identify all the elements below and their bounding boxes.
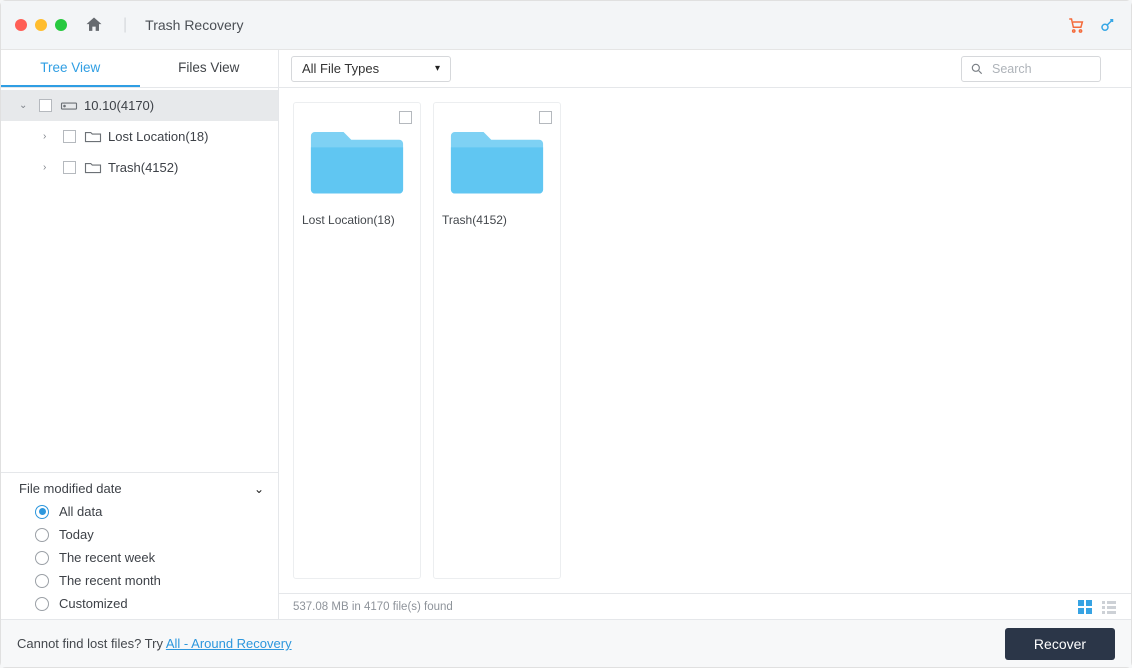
footer-prompt-text: Cannot find lost files? Try — [17, 636, 166, 651]
search-input[interactable] — [992, 62, 1092, 76]
home-icon[interactable] — [83, 14, 105, 36]
radio-label: The recent month — [59, 573, 161, 588]
radio-customized[interactable]: Customized — [35, 596, 264, 611]
folder-icon — [302, 111, 412, 203]
folder-icon — [84, 130, 102, 144]
checkbox[interactable] — [539, 111, 552, 124]
radio-recent-week[interactable]: The recent week — [35, 550, 264, 565]
folder-card[interactable]: Trash(4152) — [433, 102, 561, 579]
view-mode-grid-icon[interactable] — [1077, 599, 1093, 615]
content: Lost Location(18) Trash(4152) 537.08 MB … — [279, 88, 1131, 619]
titlebar: | Trash Recovery — [1, 1, 1131, 50]
radio-icon — [35, 574, 49, 588]
minimize-window-button[interactable] — [35, 19, 47, 31]
fullscreen-window-button[interactable] — [55, 19, 67, 31]
cart-icon[interactable] — [1067, 16, 1085, 34]
checkbox[interactable] — [399, 111, 412, 124]
tree-item[interactable]: › Lost Location(18) — [1, 121, 278, 152]
folder-grid: Lost Location(18) Trash(4152) — [279, 88, 1131, 593]
folder-card-label: Lost Location(18) — [302, 213, 412, 227]
chevron-down-icon[interactable]: ⌄ — [19, 100, 31, 111]
radio-label: The recent week — [59, 550, 155, 565]
filter-header[interactable]: File modified date ⌄ — [19, 481, 264, 496]
radio-recent-month[interactable]: The recent month — [35, 573, 264, 588]
topbar: Tree View Files View All File Types ▾ — [1, 50, 1131, 88]
radio-all-data[interactable]: All data — [35, 504, 264, 519]
chevron-down-icon: ⌄ — [254, 482, 264, 496]
statusbar: 537.08 MB in 4170 file(s) found — [279, 593, 1131, 619]
page-title: Trash Recovery — [145, 17, 243, 33]
radio-label: Today — [59, 527, 94, 542]
view-tabs: Tree View Files View — [1, 50, 279, 87]
folder-card[interactable]: Lost Location(18) — [293, 102, 421, 579]
tree-item[interactable]: › Trash(4152) — [1, 152, 278, 183]
radio-icon — [35, 528, 49, 542]
chevron-down-icon: ▾ — [435, 63, 440, 74]
traffic-lights — [15, 19, 67, 31]
all-around-recovery-link[interactable]: All - Around Recovery — [166, 636, 292, 651]
search-box[interactable] — [961, 56, 1101, 82]
folder-icon — [442, 111, 552, 203]
view-mode-list-icon[interactable] — [1101, 599, 1117, 615]
key-icon[interactable] — [1099, 16, 1117, 34]
filter-panel: File modified date ⌄ All data Today The … — [1, 472, 278, 619]
folder-icon — [84, 161, 102, 175]
radio-label: All data — [59, 504, 102, 519]
search-icon — [970, 62, 984, 76]
tab-tree-view[interactable]: Tree View — [1, 50, 140, 87]
radio-icon — [35, 551, 49, 565]
file-type-selected: All File Types — [302, 61, 379, 76]
title-separator: | — [123, 16, 127, 34]
sidebar: ⌄ 10.10(4170) › Lost Location(18) — [1, 88, 279, 619]
recover-button[interactable]: Recover — [1005, 628, 1115, 660]
folder-card-label: Trash(4152) — [442, 213, 552, 227]
tree-item-label: Lost Location(18) — [108, 129, 208, 144]
filter-radios: All data Today The recent week The recen… — [19, 504, 264, 611]
status-text: 537.08 MB in 4170 file(s) found — [293, 601, 453, 613]
close-window-button[interactable] — [15, 19, 27, 31]
app-window: | Trash Recovery Tree View Files View Al… — [0, 0, 1132, 668]
filter-title: File modified date — [19, 481, 122, 496]
radio-today[interactable]: Today — [35, 527, 264, 542]
tree: ⌄ 10.10(4170) › Lost Location(18) — [1, 88, 278, 472]
chevron-right-icon[interactable]: › — [43, 131, 55, 142]
checkbox[interactable] — [63, 161, 76, 174]
file-type-dropdown[interactable]: All File Types ▾ — [291, 56, 451, 82]
tree-root[interactable]: ⌄ 10.10(4170) — [1, 90, 278, 121]
main: ⌄ 10.10(4170) › Lost Location(18) — [1, 88, 1131, 619]
checkbox[interactable] — [39, 99, 52, 112]
tree-root-label: 10.10(4170) — [84, 98, 154, 113]
radio-icon — [35, 505, 49, 519]
tab-files-view[interactable]: Files View — [140, 50, 279, 87]
tree-item-label: Trash(4152) — [108, 160, 178, 175]
footer: Cannot find lost files? Try All - Around… — [1, 619, 1131, 667]
footer-prompt: Cannot find lost files? Try All - Around… — [17, 636, 292, 651]
radio-label: Customized — [59, 596, 128, 611]
checkbox[interactable] — [63, 130, 76, 143]
disk-icon — [60, 99, 78, 113]
chevron-right-icon[interactable]: › — [43, 162, 55, 173]
radio-icon — [35, 597, 49, 611]
